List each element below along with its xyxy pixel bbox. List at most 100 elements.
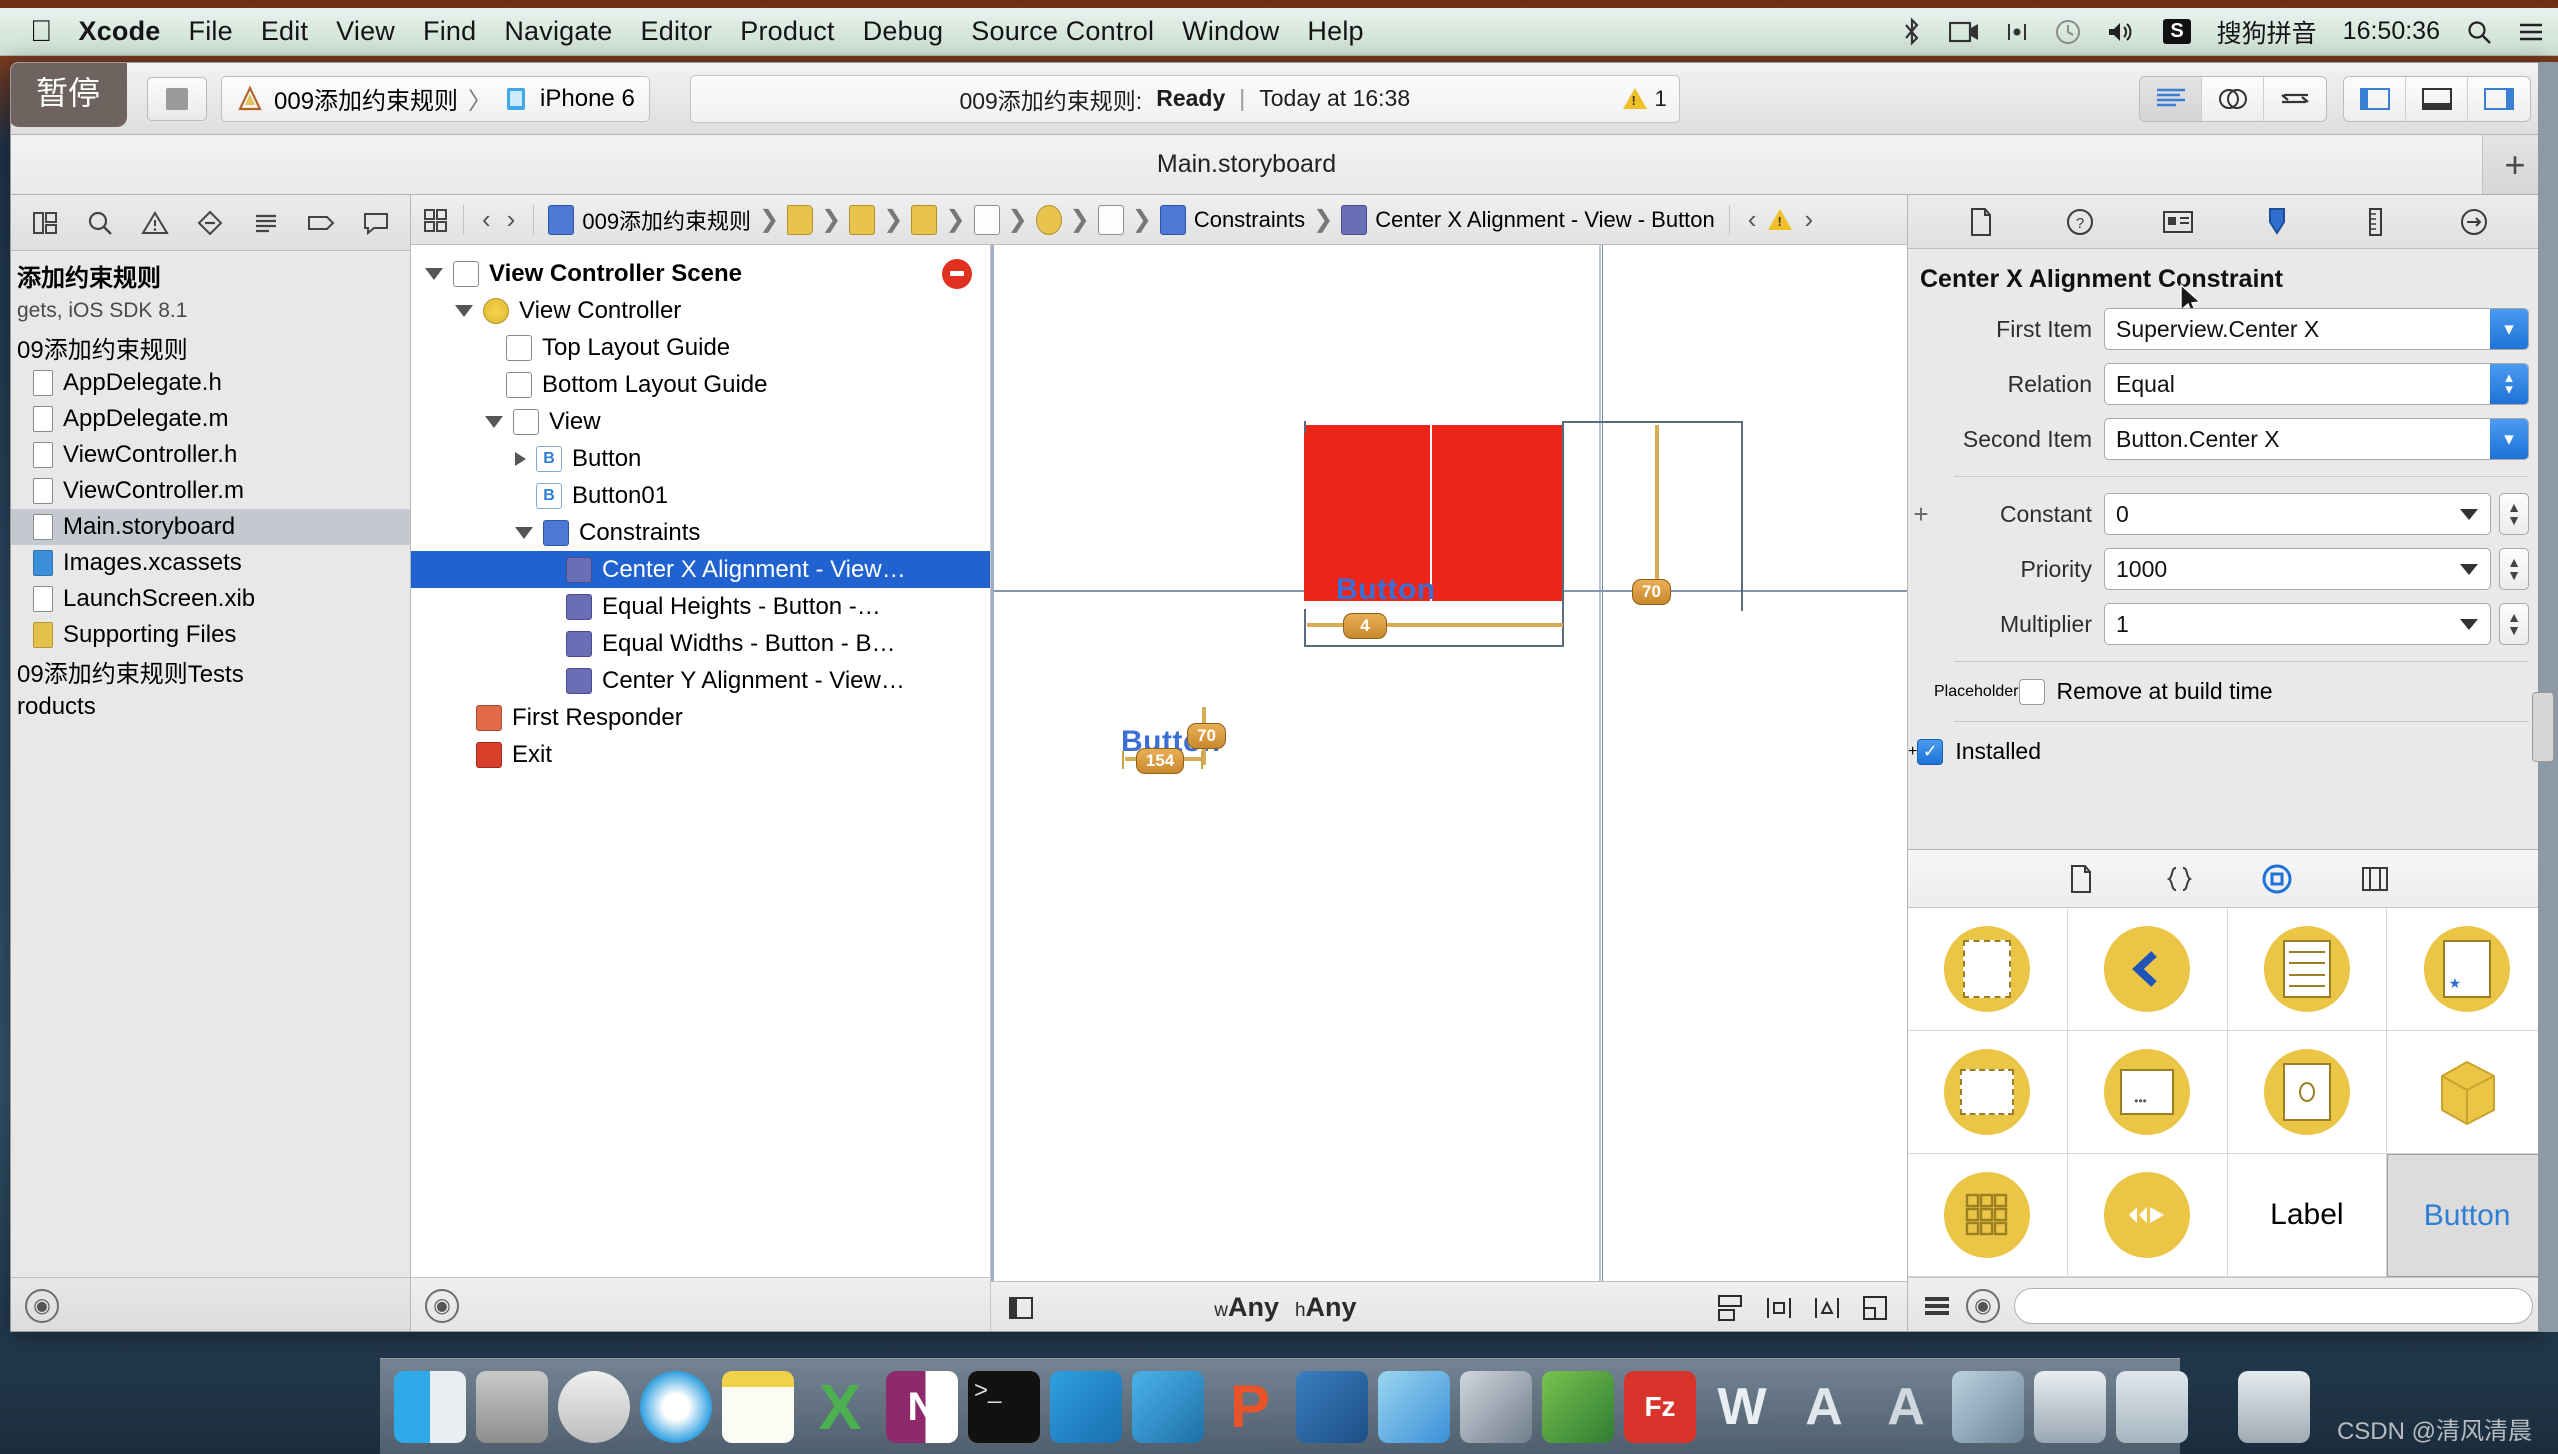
outline-row-12[interactable]: First Responder <box>411 699 990 736</box>
outline-row-2[interactable]: Top Layout Guide <box>411 329 990 366</box>
resolve-auto-layout-issues-icon[interactable] <box>1811 1293 1843 1323</box>
navigator-item-0[interactable]: 添加约束规则 <box>11 257 410 293</box>
crumb-constraints-label[interactable]: Constraints <box>1194 207 1305 233</box>
crumb-view-icon[interactable] <box>1097 204 1124 235</box>
perl-icon[interactable]: P <box>1214 1371 1286 1443</box>
outline-row-8[interactable]: Center X Alignment - View… <box>411 551 990 588</box>
quick-help-inspector-icon[interactable]: ? <box>2060 202 2100 242</box>
library-cell-image-view[interactable] <box>2227 1031 2388 1154</box>
library-cell-scroll-view[interactable]: ••• <box>2067 1031 2228 1154</box>
filter-icon[interactable]: ◉ <box>25 1288 59 1323</box>
badge-top-width[interactable]: 4 <box>1343 613 1387 639</box>
outline-row-6[interactable]: B Button01 <box>411 477 990 514</box>
standard-editor-icon[interactable] <box>2140 76 2202 121</box>
time-machine-icon[interactable] <box>2055 19 2081 45</box>
menu-item-file[interactable]: File <box>189 16 233 47</box>
placeholder-checkbox[interactable] <box>2018 678 2045 705</box>
priority-stepper[interactable]: ▲ ▼ <box>2499 548 2529 590</box>
assistant-editor-icon[interactable] <box>2202 76 2264 121</box>
library-filter-icon[interactable]: ◉ <box>1966 1288 2000 1323</box>
navigator-item-3[interactable]: AppDelegate.h <box>11 365 410 401</box>
toggle-document-outline-icon[interactable] <box>1007 1294 1035 1322</box>
align-icon[interactable] <box>1715 1293 1747 1323</box>
a-icon[interactable]: A <box>1788 1371 1860 1443</box>
input-method-badge[interactable]: S <box>2163 19 2191 44</box>
size-inspector-icon[interactable] <box>2355 202 2395 242</box>
navigator-item-10[interactable]: Supporting Files <box>11 617 410 653</box>
menu-item-help[interactable]: Help <box>1307 16 1363 47</box>
w-icon[interactable]: W <box>1706 1371 1778 1443</box>
file-template-library-icon[interactable] <box>2061 859 2101 899</box>
outline-row-0[interactable]: View Controller Scene <box>411 255 990 292</box>
menu-item-debug[interactable]: Debug <box>863 16 944 47</box>
graph-icon[interactable] <box>1542 1370 1614 1443</box>
library-cell-button[interactable]: Button <box>2387 1154 2547 1277</box>
outline-row-3[interactable]: Bottom Layout Guide <box>411 366 990 403</box>
library-cell-object[interactable] <box>2387 1031 2547 1154</box>
project-navigator-list[interactable]: 添加约束规则 gets, iOS SDK 8.1 09添加约束规则 AppDelega… <box>11 251 410 1277</box>
version-editor-icon[interactable] <box>2264 77 2326 121</box>
navigator-item-1[interactable]: gets, iOS SDK 8.1 <box>11 293 410 329</box>
crumb-project-label[interactable]: 009添加约束规则 <box>582 204 751 236</box>
relation-popup[interactable]: Equal ▴ ▾ <box>2104 363 2529 405</box>
menu-item-editor[interactable]: Editor <box>641 16 713 47</box>
toggle-debug-area-icon[interactable] <box>2406 76 2468 121</box>
navigator-item-9[interactable]: LaunchScreen.xib <box>11 581 410 617</box>
library-cell-container-view[interactable] <box>1908 908 2068 1031</box>
terminal-icon[interactable]: >_ <box>968 1370 1040 1443</box>
related-items-icon[interactable] <box>423 206 449 234</box>
library-cell-table-view[interactable] <box>2227 908 2388 1031</box>
xcode-icon[interactable] <box>1050 1370 1122 1443</box>
trash-icon[interactable] <box>2238 1370 2310 1443</box>
menu-item-window[interactable]: Window <box>1182 16 1279 47</box>
debug-navigator-icon[interactable] <box>246 203 286 243</box>
volume-icon[interactable] <box>2107 20 2137 44</box>
media-library-icon[interactable] <box>2355 859 2395 899</box>
navigator-item-4[interactable]: AppDelegate.m <box>11 401 410 437</box>
library-cell-tab-bar-item[interactable]: ★ <box>2387 908 2547 1031</box>
outline-row-13[interactable]: Exit <box>411 736 990 773</box>
crumb-file-icon-1[interactable] <box>849 204 876 235</box>
pin-icon[interactable] <box>1763 1293 1795 1323</box>
navigator-item-8[interactable]: Images.xcassets <box>11 545 410 581</box>
launchpad-icon[interactable] <box>558 1370 630 1443</box>
a2-icon[interactable]: A <box>1870 1371 1942 1443</box>
library-cell-view[interactable] <box>1908 1031 2068 1154</box>
navigator-item-11[interactable]: 09添加约束规则Tests <box>11 653 410 689</box>
project-navigator-icon[interactable] <box>25 203 65 243</box>
spotlight-search-icon[interactable] <box>2466 19 2492 45</box>
scene-stop-badge-icon[interactable] <box>942 258 972 289</box>
navigator-item-6[interactable]: ViewController.m <box>11 473 410 509</box>
list-view-icon[interactable] <box>1922 1293 1952 1319</box>
filezilla-icon[interactable]: Fz <box>1624 1370 1696 1443</box>
menu-item-view[interactable]: View <box>336 16 395 47</box>
editor-mode-segmented[interactable] <box>2139 75 2327 122</box>
warning-icon[interactable] <box>1768 209 1793 230</box>
snip-icon[interactable] <box>1296 1370 1368 1443</box>
disclosure-open-icon[interactable] <box>455 304 473 317</box>
view-toggles-segmented[interactable] <box>2343 75 2531 122</box>
library-search-field[interactable] <box>2014 1287 2533 1324</box>
tab-main-storyboard[interactable]: Main.storyboard <box>11 135 2483 194</box>
issue-next-button[interactable]: › <box>1800 204 1817 235</box>
badge-bottom-width[interactable]: 154 <box>1136 748 1184 774</box>
menu-item-xcode[interactable]: Xcode <box>79 16 161 47</box>
report-navigator-icon[interactable] <box>356 203 396 243</box>
disclosure-open-icon[interactable] <box>515 526 533 539</box>
toggle-navigator-icon[interactable] <box>2344 76 2406 121</box>
crumb-constraint-label[interactable]: Center X Alignment - View - Button <box>1375 207 1715 233</box>
test-navigator-icon[interactable] <box>190 203 230 243</box>
document-outline-list[interactable]: View Controller Scene View Controller Top … <box>411 245 990 1277</box>
crumb-constraints-icon[interactable] <box>1159 204 1186 235</box>
system-preferences-icon[interactable] <box>476 1370 548 1443</box>
image-icon[interactable] <box>1952 1370 2024 1443</box>
constant-stepper[interactable]: ▲ ▼ <box>2499 493 2529 535</box>
toggle-utilities-icon[interactable] <box>2468 77 2530 121</box>
scheme-selector[interactable]: 009添加约束规则 〉 iPhone 6 <box>221 75 650 122</box>
crumb-project-icon[interactable] <box>548 204 575 235</box>
outline-row-10[interactable]: Equal Widths - Button - B… <box>411 625 990 662</box>
badge-bottom-height[interactable]: 70 <box>1187 723 1226 749</box>
library-cell-collection-view[interactable] <box>1908 1154 2068 1277</box>
badge-top-height[interactable]: 70 <box>1632 579 1671 605</box>
navigator-item-2[interactable]: 09添加约束规则 <box>11 329 410 365</box>
